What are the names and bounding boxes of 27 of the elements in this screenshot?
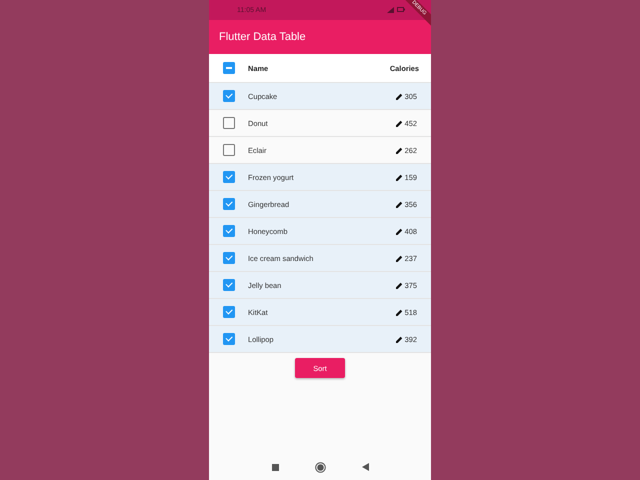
checkbox[interactable] (223, 225, 235, 237)
checkbox[interactable] (223, 90, 235, 102)
pencil-icon[interactable] (396, 336, 403, 342)
checkbox[interactable] (223, 279, 235, 291)
checkbox[interactable] (223, 171, 235, 183)
app-title: Flutter Data Table (219, 31, 306, 43)
checkbox[interactable] (223, 62, 235, 74)
pencil-icon[interactable] (396, 146, 403, 154)
checkbox[interactable] (223, 144, 235, 156)
checkbox[interactable] (223, 306, 235, 318)
pencil-icon[interactable] (396, 174, 403, 180)
pencil-icon[interactable] (396, 282, 403, 288)
checkbox[interactable] (223, 198, 235, 210)
checkbox[interactable] (223, 333, 235, 345)
pencil-icon[interactable] (396, 254, 403, 262)
pencil-icon[interactable] (396, 308, 403, 316)
home-icon[interactable] (314, 462, 326, 472)
battery-icon (397, 7, 405, 12)
pencil-icon[interactable] (396, 228, 403, 234)
checkbox[interactable] (223, 117, 235, 129)
pencil-icon[interactable] (396, 200, 403, 208)
recents-icon[interactable] (272, 464, 278, 470)
checkbox[interactable] (223, 252, 235, 264)
signal-icon (387, 7, 394, 13)
pencil-icon[interactable] (396, 92, 403, 100)
back-icon[interactable] (362, 463, 368, 471)
pencil-icon[interactable] (396, 120, 403, 126)
